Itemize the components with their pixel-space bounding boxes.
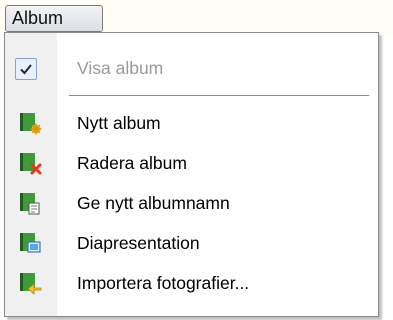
menu-bar: Album xyxy=(0,0,393,35)
menu-separator xyxy=(69,95,369,96)
menu-item-label: Ge nytt albumnamn xyxy=(77,193,230,213)
menu-item-label: Visa album xyxy=(77,58,164,78)
menu-item-importera-fotografier[interactable]: Importera fotografier... xyxy=(5,263,378,303)
menu-item-diapresentation[interactable]: Diapresentation xyxy=(5,223,378,263)
menu-item-label: Importera fotografier... xyxy=(77,273,250,293)
album-menu-label: Album xyxy=(12,8,64,28)
menu-item-label: Nytt album xyxy=(77,113,161,133)
album-new-icon xyxy=(20,113,42,135)
menu-item-ge-nytt-albumnamn[interactable]: Ge nytt albumnamn xyxy=(5,183,378,223)
menu-item-radera-album[interactable]: Radera album xyxy=(5,143,378,183)
menu-item-visa-album[interactable]: Visa album xyxy=(5,48,378,88)
album-dropdown-menu: Visa album Nytt album Radera album Ge ny… xyxy=(4,32,379,317)
import-photos-icon xyxy=(20,273,42,295)
album-menu-button[interactable]: Album xyxy=(5,5,103,32)
album-delete-icon xyxy=(20,153,42,175)
check-icon xyxy=(15,58,37,80)
menu-item-label: Diapresentation xyxy=(77,233,200,253)
menu-item-label: Radera album xyxy=(77,153,187,173)
menu-item-nytt-album[interactable]: Nytt album xyxy=(5,103,378,143)
album-rename-icon xyxy=(20,193,40,215)
slideshow-icon xyxy=(20,233,41,253)
